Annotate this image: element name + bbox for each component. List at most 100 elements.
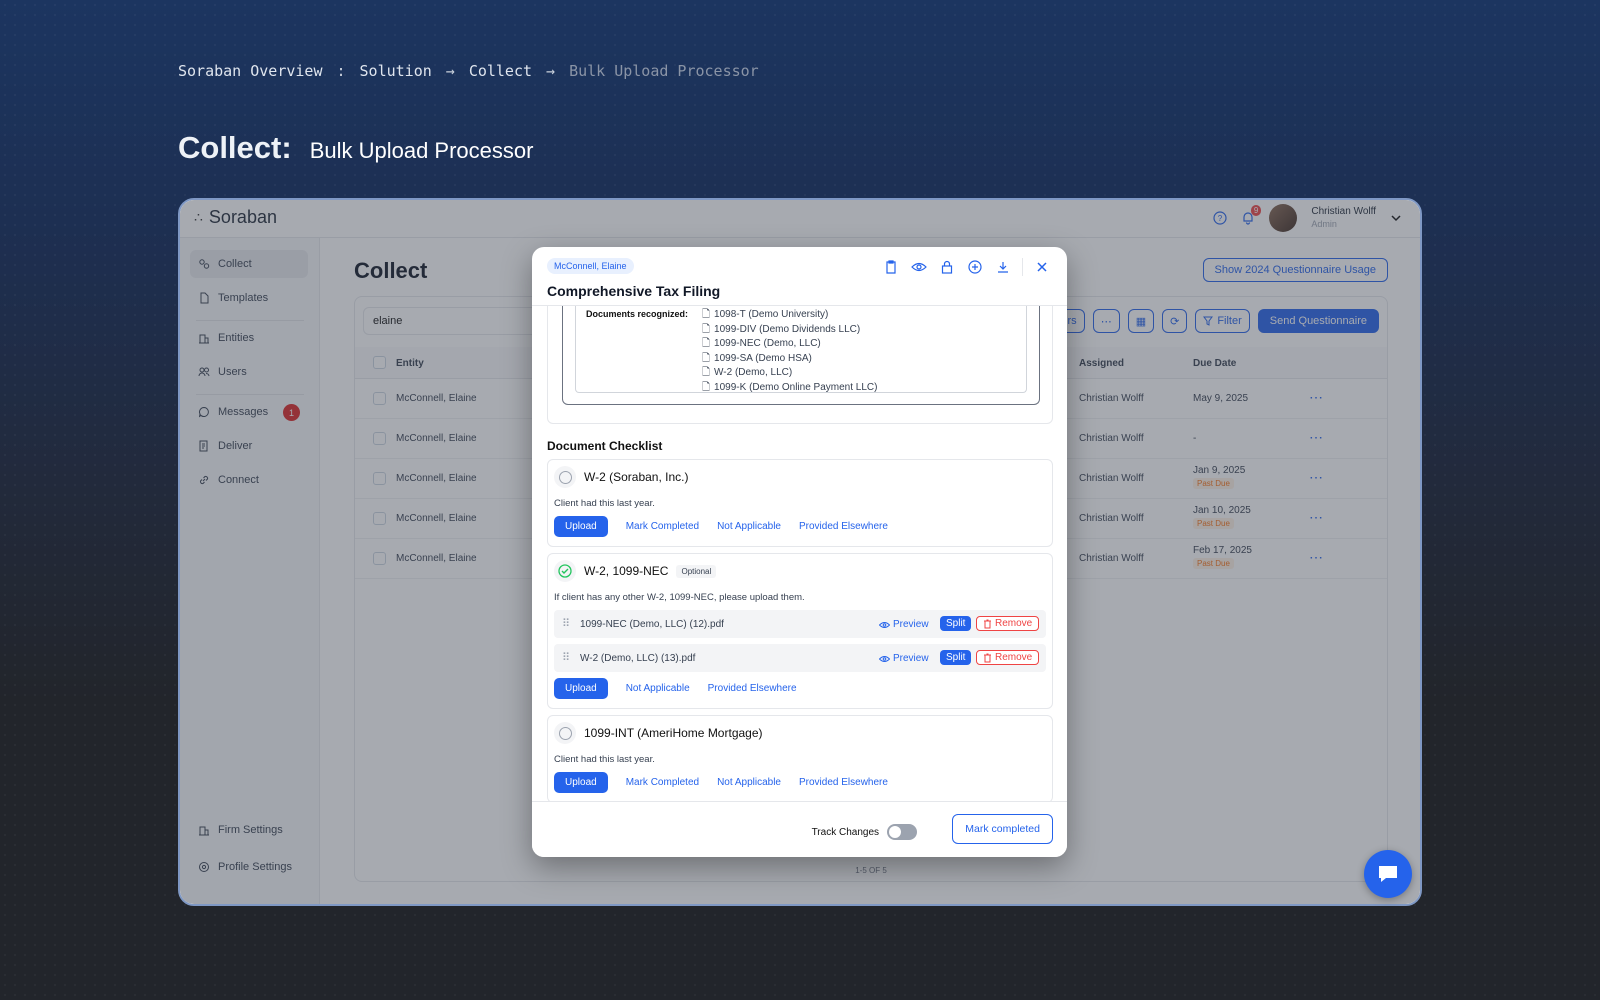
crumb-sep: : <box>336 62 346 80</box>
modal-footer: Track Changes Mark completed <box>532 801 1067 857</box>
optional-badge: Optional <box>676 564 717 578</box>
card-actions: Upload Mark Completed Not Applicable Pro… <box>554 772 888 793</box>
mark-completed-link[interactable]: Mark Completed <box>626 777 699 788</box>
drag-handle-icon[interactable]: ⠿ <box>562 651 570 664</box>
card-actions: Upload Not Applicable Provided Elsewhere <box>554 678 797 699</box>
preview-label: Preview <box>893 619 929 630</box>
upload-button[interactable]: Upload <box>554 678 608 699</box>
download-icon[interactable] <box>994 258 1012 276</box>
heading-subtitle: Bulk Upload Processor <box>309 138 534 163</box>
document-item: 🗋 1098-T (Demo University) <box>702 308 877 323</box>
document-item: 🗋 1099-SA (Demo HSA) <box>702 352 877 367</box>
client-tag[interactable]: McConnell, Elaine <box>547 258 634 274</box>
remove-button[interactable]: Remove <box>976 616 1040 631</box>
chat-launcher-button[interactable] <box>1364 850 1412 898</box>
document-icon: 🗋 <box>702 352 711 364</box>
uploaded-file-row[interactable]: ⠿ W-2 (Demo, LLC) (13).pdf Preview Split… <box>554 644 1046 672</box>
eye-icon <box>879 621 890 628</box>
document-name: 1099-NEC (Demo, LLC) <box>714 338 821 349</box>
upload-button[interactable]: Upload <box>554 516 608 537</box>
crumb-arrow: → <box>445 62 455 80</box>
preview-button[interactable]: Preview <box>879 619 929 630</box>
remove-label: Remove <box>995 618 1033 629</box>
card-actions: Upload Mark Completed Not Applicable Pro… <box>554 516 888 537</box>
file-name: W-2 (Demo, LLC) (13).pdf <box>580 653 696 664</box>
card-header: W-2, 1099-NEC Optional <box>554 560 717 582</box>
trash-icon <box>984 653 991 662</box>
document-item: 🗋 1099-NEC (Demo, LLC) <box>702 337 877 352</box>
documents-panel: Documents recognized: 🗋 1098-T (Demo Univ… <box>575 306 1027 393</box>
crumb-arrow: → <box>546 62 556 80</box>
status-empty-icon[interactable] <box>554 466 576 488</box>
mark-completed-button[interactable]: Mark completed <box>952 814 1053 844</box>
split-button[interactable]: Split <box>940 616 972 631</box>
track-changes-label: Track Changes <box>811 826 879 838</box>
not-applicable-link[interactable]: Not Applicable <box>717 777 781 788</box>
chat-bubble-icon <box>1379 866 1397 882</box>
upload-button[interactable]: Upload <box>554 772 608 793</box>
documents-recognized-box: Documents recognized: 🗋 1098-T (Demo Univ… <box>547 306 1053 424</box>
modal-toolbar <box>882 258 1051 276</box>
document-item: 🗋 1099-K (Demo Online Payment LLC) <box>702 381 877 396</box>
document-name: W-2 (Demo, LLC) <box>714 367 793 378</box>
add-circle-icon[interactable] <box>966 258 984 276</box>
remove-label: Remove <box>995 652 1033 663</box>
crumb-current: Bulk Upload Processor <box>569 62 759 80</box>
heading-bold: Collect: <box>178 130 292 165</box>
provided-elsewhere-link[interactable]: Provided Elsewhere <box>799 777 888 788</box>
close-icon[interactable] <box>1033 258 1051 276</box>
checklist-card-w2-soraban: W-2 (Soraban, Inc.) Client had this last… <box>547 459 1053 547</box>
eye-icon <box>879 655 890 662</box>
clipboard-icon[interactable] <box>882 258 900 276</box>
page-heading: Collect: Bulk Upload Processor <box>178 130 533 166</box>
document-icon: 🗋 <box>702 381 711 393</box>
modal-title: Comprehensive Tax Filing <box>547 283 721 299</box>
crumb-collect: Collect <box>468 62 533 80</box>
file-name: 1099-NEC (Demo, LLC) (12).pdf <box>580 619 724 630</box>
card-header: W-2 (Soraban, Inc.) <box>554 466 688 488</box>
check-circle-icon[interactable] <box>554 560 576 582</box>
drag-handle-icon[interactable]: ⠿ <box>562 617 570 630</box>
documents-label: Documents recognized: <box>586 309 689 319</box>
track-changes-toggle[interactable] <box>887 824 917 840</box>
crumb-overview: Soraban Overview <box>178 62 323 80</box>
card-note: Client had this last year. <box>554 498 655 509</box>
documents-frame: Documents recognized: 🗋 1098-T (Demo Univ… <box>562 306 1040 405</box>
document-icon: 🗋 <box>702 309 711 320</box>
breadcrumb: Soraban Overview : Solution → Collect → … <box>178 62 759 80</box>
preview-button[interactable]: Preview <box>879 653 929 664</box>
card-header: 1099-INT (AmeriHome Mortgage) <box>554 722 763 744</box>
remove-button[interactable]: Remove <box>976 650 1040 665</box>
eye-icon[interactable] <box>910 258 928 276</box>
preview-label: Preview <box>893 653 929 664</box>
checklist-title: Document Checklist <box>547 439 663 453</box>
not-applicable-link[interactable]: Not Applicable <box>717 521 781 532</box>
card-title: 1099-INT (AmeriHome Mortgage) <box>584 726 763 740</box>
provided-elsewhere-link[interactable]: Provided Elsewhere <box>799 521 888 532</box>
split-button[interactable]: Split <box>940 650 972 665</box>
document-name: 1099-DIV (Demo Dividends LLC) <box>714 323 861 335</box>
crumb-solution: Solution <box>359 62 432 80</box>
lock-icon[interactable] <box>938 258 956 276</box>
documents-list: 🗋 1098-T (Demo University) 🗋 1099-DIV (Dem… <box>702 308 877 395</box>
card-note: If client has any other W-2, 1099-NEC, p… <box>554 592 805 603</box>
provided-elsewhere-link[interactable]: Provided Elsewhere <box>708 683 797 694</box>
document-name: 1098-T (Demo University) <box>714 309 829 320</box>
uploaded-file-row[interactable]: ⠿ 1099-NEC (Demo, LLC) (12).pdf Preview … <box>554 610 1046 638</box>
document-icon: 🗋 <box>702 338 711 349</box>
trash-icon <box>984 619 991 628</box>
status-empty-icon[interactable] <box>554 722 576 744</box>
checklist-card-w2-1099nec: W-2, 1099-NEC Optional If client has any… <box>547 553 1053 709</box>
mark-completed-link[interactable]: Mark Completed <box>626 521 699 532</box>
modal-body: Documents recognized: 🗋 1098-T (Demo Univ… <box>532 306 1067 801</box>
document-name: 1099-K (Demo Online Payment LLC) <box>714 381 878 393</box>
track-changes: Track Changes <box>812 824 917 840</box>
not-applicable-link[interactable]: Not Applicable <box>626 683 690 694</box>
questionnaire-modal: McConnell, Elaine Comprehensive Tax Fili… <box>532 247 1067 857</box>
card-note: Client had this last year. <box>554 754 655 765</box>
document-name: 1099-SA (Demo HSA) <box>714 352 812 364</box>
card-title: W-2, 1099-NEC <box>584 564 669 578</box>
document-item: 🗋 W-2 (Demo, LLC) <box>702 366 877 381</box>
checklist-card-1099int: 1099-INT (AmeriHome Mortgage) Client had… <box>547 715 1053 801</box>
card-title: W-2 (Soraban, Inc.) <box>584 470 689 484</box>
